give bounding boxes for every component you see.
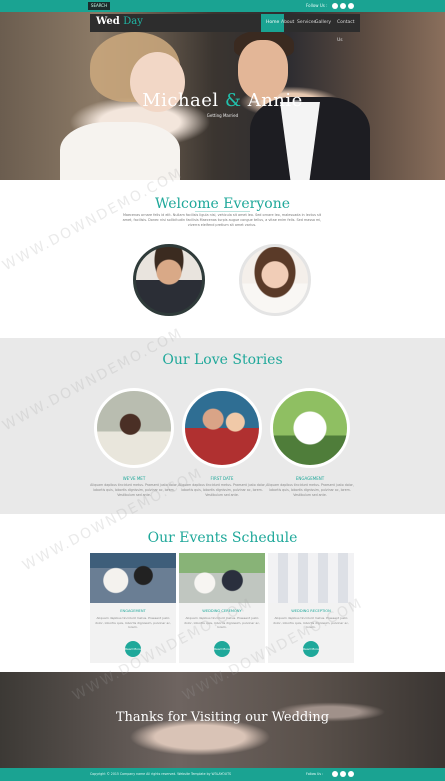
- bride-portrait: [239, 244, 311, 316]
- event-image-reception: [268, 553, 354, 603]
- thanks-title: Thanks for Visiting our Wedding: [115, 710, 330, 725]
- footer-follow-label: Follow Us :: [306, 772, 324, 776]
- google-plus-icon[interactable]: [348, 3, 354, 9]
- follow-label: Follow Us :: [306, 3, 328, 8]
- twitter-icon[interactable]: [340, 3, 346, 9]
- footer-copyright: Copyright © 2015 Company name All rights…: [90, 772, 232, 776]
- nav-bar: Wed Day Home About Services Gallery Cont…: [90, 14, 360, 43]
- read-more-button[interactable]: Read More: [303, 641, 319, 657]
- event-image-engagement: [90, 553, 176, 603]
- read-more-button[interactable]: Read More: [214, 641, 230, 657]
- story-image-first-date: [182, 388, 262, 468]
- twitter-icon[interactable]: [340, 771, 346, 777]
- welcome-divider: [195, 211, 250, 212]
- site-logo[interactable]: Wed Day: [96, 16, 143, 27]
- story-text-engagement: Aliquam dapibus tincidunt metus. Praesen…: [266, 483, 354, 497]
- nav-contact[interactable]: Contact Us: [332, 14, 360, 43]
- top-bar: SEARCH Follow Us :: [0, 0, 445, 12]
- event-image-ceremony: [179, 553, 265, 603]
- logo-part2: Day: [123, 16, 143, 27]
- story-image-met: [94, 388, 174, 468]
- welcome-text: Maecenas ornare felis id elit. Nullam fa…: [122, 213, 322, 227]
- hero-photo-dress: [60, 122, 180, 180]
- event-label: ENGAGEMENT: [120, 609, 146, 613]
- hero-name-bride: Annie: [247, 90, 303, 111]
- story-label-engagement: ENGAGEMENT: [295, 476, 325, 481]
- welcome-title: Welcome Everyone: [154, 196, 291, 212]
- footer: Copyright © 2015 Company name All rights…: [0, 768, 445, 781]
- hero-subtitle: Getting Married: [206, 113, 239, 118]
- groom-portrait: [133, 244, 205, 316]
- story-image-engagement: [270, 388, 350, 468]
- hero-title: Michael & Annie: [0, 90, 445, 111]
- logo-part1: Wed: [96, 16, 120, 27]
- hero-ampersand: &: [224, 90, 242, 111]
- hero-name-groom: Michael: [142, 90, 219, 111]
- search-button[interactable]: SEARCH: [88, 2, 110, 10]
- event-text: Aliquam dapibus tincidunt metus. Praesen…: [95, 616, 171, 629]
- google-plus-icon[interactable]: [348, 771, 354, 777]
- facebook-icon[interactable]: [332, 3, 338, 9]
- facebook-icon[interactable]: [332, 771, 338, 777]
- love-stories-title: Our Love Stories: [162, 352, 283, 368]
